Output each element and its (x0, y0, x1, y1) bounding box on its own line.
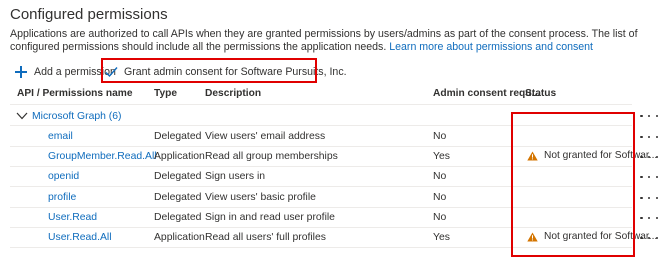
permission-type: Delegated (154, 192, 202, 203)
page-title: Configured permissions (10, 6, 168, 23)
add-permission-label: Add a permission (34, 66, 116, 78)
warning-icon (527, 232, 538, 241)
warning-icon (527, 151, 538, 160)
permission-description: Read all users' full profiles (205, 232, 326, 243)
page-description: Applications are authorized to call APIs… (10, 28, 660, 54)
row-divider (10, 207, 632, 208)
plus-icon (14, 65, 28, 79)
row-divider (10, 166, 632, 167)
permission-name-link[interactable]: User.Read.All (48, 232, 112, 244)
more-icon[interactable] (640, 110, 658, 122)
permission-description: Sign users in (205, 171, 266, 182)
permission-type: Delegated (154, 212, 202, 223)
permission-type: Application (154, 232, 205, 243)
header-description[interactable]: Description (205, 88, 261, 102)
more-icon[interactable] (640, 131, 658, 143)
grant-admin-consent-button[interactable]: Grant admin consent for Software Pursuit… (105, 60, 347, 84)
permission-name-link[interactable]: email (48, 131, 73, 143)
row-divider (10, 227, 632, 228)
row-divider (10, 247, 632, 248)
checkmark-icon (105, 67, 118, 78)
chevron-down-icon (16, 112, 28, 120)
more-icon[interactable] (640, 192, 658, 204)
header-type[interactable]: Type (154, 88, 177, 102)
status-badge: Not granted for Softwar... (527, 150, 657, 161)
permission-description: Sign in and read user profile (205, 212, 335, 223)
permission-name-link[interactable]: openid (48, 171, 79, 183)
more-icon[interactable] (640, 151, 658, 163)
row-divider (10, 186, 632, 187)
header-api[interactable]: API / Permissions name (17, 88, 133, 102)
group-label: Microsoft Graph (6) (32, 110, 122, 122)
row-divider (10, 146, 632, 147)
more-icon[interactable] (640, 212, 658, 224)
permission-name-link[interactable]: GroupMember.Read.All (48, 151, 157, 163)
admin-consent-required: No (433, 192, 447, 203)
permission-description: View users' email address (205, 131, 326, 142)
admin-consent-required: No (433, 212, 447, 223)
admin-consent-required: No (433, 131, 447, 142)
permission-type: Application (154, 151, 205, 162)
header-status[interactable]: Status (525, 88, 556, 102)
header-divider (10, 104, 632, 105)
permission-description: View users' basic profile (205, 192, 316, 203)
row-divider (10, 125, 632, 126)
permission-name-link[interactable]: profile (48, 192, 76, 204)
status-badge: Not granted for Softwar... (527, 231, 657, 242)
permission-description: Read all group memberships (205, 151, 338, 162)
more-icon[interactable] (640, 171, 658, 183)
group-row-microsoft-graph[interactable]: Microsoft Graph (6) (10, 106, 122, 126)
admin-consent-required: Yes (433, 151, 450, 162)
learn-more-link[interactable]: Learn more about permissions and consent (389, 41, 593, 53)
admin-consent-required: No (433, 171, 447, 182)
permission-type: Delegated (154, 131, 202, 142)
add-permission-button[interactable]: Add a permission (14, 60, 116, 84)
permission-name-link[interactable]: User.Read (48, 212, 97, 224)
more-icon[interactable] (640, 232, 658, 244)
admin-consent-required: Yes (433, 232, 450, 243)
permission-type: Delegated (154, 171, 202, 182)
grant-admin-consent-label: Grant admin consent for Software Pursuit… (124, 66, 347, 78)
header-admin-consent[interactable]: Admin consent requ... (433, 88, 540, 102)
